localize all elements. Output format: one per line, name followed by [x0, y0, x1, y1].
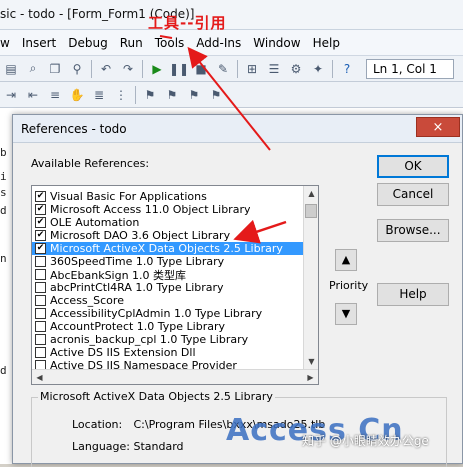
- annotation-arrows: [159, 35, 287, 244]
- arrow-to-tools: [159, 35, 173, 39]
- arrow-to-selected-reference: [233, 219, 287, 244]
- zhihu-watermark: 知乎 @小眼睛效办公ge: [302, 434, 429, 448]
- arrow-to-tools-menu: [187, 46, 271, 151]
